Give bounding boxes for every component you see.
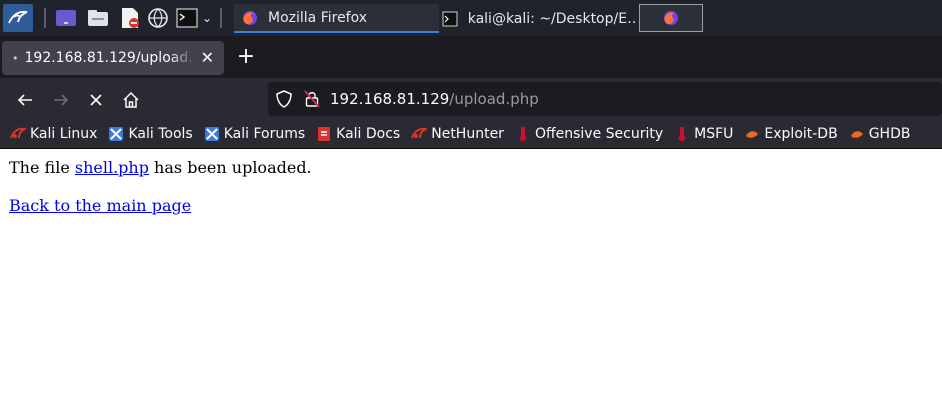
kali-docs-icon	[316, 126, 332, 142]
stop-button[interactable]	[83, 87, 109, 113]
bookmark-label: Kali Tools	[128, 126, 193, 142]
bookmark-kali-forums[interactable]: Kali Forums	[204, 126, 305, 142]
text-editor-icon[interactable]	[118, 6, 142, 30]
kali-menu-icon[interactable]	[3, 4, 33, 32]
bookmark-msfu[interactable]: MSFU	[674, 126, 733, 142]
tab-upload[interactable]: • 192.168.81.129/upload.php ✕	[2, 41, 224, 75]
chevron-down-icon[interactable]: ⌄	[200, 6, 214, 30]
url-path: /upload.php	[449, 90, 539, 108]
firefox-icon	[664, 11, 678, 25]
close-tab-icon[interactable]: ✕	[201, 48, 214, 67]
bookmark-exploit-db[interactable]: Exploit-DB	[744, 126, 838, 142]
bookmark-kali-docs[interactable]: Kali Docs	[316, 126, 400, 142]
taskbar-task-label: kali@kali: ~/Desktop/E…	[467, 10, 638, 27]
show-desktop-icon[interactable]	[54, 6, 78, 30]
taskbar-separator	[44, 8, 46, 28]
upload-message: The file shell.php has been uploaded.	[9, 157, 933, 179]
bookmark-label: Kali Forums	[223, 126, 306, 142]
home-button[interactable]	[118, 87, 144, 113]
bookmark-kali-linux[interactable]: Kali Linux	[10, 126, 97, 142]
navigation-bar: 192.168.81.129/upload.php	[0, 78, 942, 120]
bookmark-label: NetHunter	[431, 126, 504, 142]
kali-forums-icon	[204, 126, 220, 142]
kali-tools-icon	[108, 126, 124, 142]
terminal-icon	[442, 11, 458, 26]
ghdb-icon	[849, 126, 865, 142]
exploit-db-icon	[744, 126, 760, 142]
new-tab-button[interactable]: +	[234, 46, 258, 70]
taskbar-task-label: Mozilla Firefox	[268, 9, 368, 26]
bookmarks-toolbar: Kali Linux Kali Tools Kali Forums Kali D…	[0, 120, 942, 149]
bookmark-label: Kali Docs	[336, 126, 401, 142]
message-prefix: The file	[9, 158, 75, 177]
tracking-shield-icon[interactable]	[276, 90, 292, 112]
bookmark-label: MSFU	[694, 126, 734, 142]
bookmark-label: Kali Linux	[30, 126, 98, 142]
insecure-lock-icon[interactable]	[304, 90, 320, 112]
bookmark-ghdb[interactable]: GHDB	[849, 126, 911, 142]
firefox-icon	[243, 10, 257, 25]
stop-icon	[90, 94, 102, 106]
arrow-right-icon	[54, 94, 69, 106]
bookmark-label: Exploit-DB	[764, 126, 838, 142]
offsec-icon	[515, 126, 531, 142]
bookmark-label: GHDB	[868, 126, 911, 142]
web-browser-icon[interactable]	[146, 6, 170, 30]
kali-dragon-icon	[10, 126, 26, 142]
bookmark-label: Offensive Security	[534, 126, 664, 142]
bookmark-offensive-security[interactable]: Offensive Security	[515, 126, 663, 142]
home-icon	[123, 91, 139, 108]
terminal-icon[interactable]	[175, 6, 199, 30]
nethunter-icon	[411, 126, 428, 142]
taskbar-task-terminal[interactable]: kali@kali: ~/Desktop/E…	[434, 4, 638, 33]
taskbar: ⌄ Mozilla Firefox kali@kali: ~/Desktop/E…	[0, 0, 942, 36]
message-suffix: has been uploaded.	[148, 158, 312, 177]
taskbar-task-firefox[interactable]: Mozilla Firefox	[234, 4, 439, 33]
url-text[interactable]: 192.168.81.129/upload.php	[330, 90, 539, 108]
loading-dot-icon: •	[12, 51, 19, 65]
taskbar-separator	[220, 8, 222, 28]
back-button[interactable]	[12, 87, 38, 113]
arrow-left-icon	[17, 94, 32, 106]
tab-strip: • 192.168.81.129/upload.php ✕	[0, 36, 942, 78]
bookmark-nethunter[interactable]: NetHunter	[411, 126, 504, 142]
url-bar[interactable]: 192.168.81.129/upload.php	[268, 82, 942, 116]
taskbar-task-firefox-preview[interactable]	[639, 4, 703, 32]
url-host: 192.168.81.129	[330, 90, 450, 108]
uploaded-file-link[interactable]: shell.php	[75, 158, 149, 177]
file-manager-icon[interactable]	[86, 6, 110, 30]
tab-title: 192.168.81.129/upload.php	[24, 50, 195, 66]
bookmark-kali-tools[interactable]: Kali Tools	[108, 126, 193, 142]
back-to-main-link[interactable]: Back to the main page	[9, 196, 191, 215]
msfu-icon	[674, 126, 690, 142]
page-content: The file shell.php has been uploaded. Ba…	[0, 150, 942, 403]
forward-button[interactable]	[48, 87, 74, 113]
